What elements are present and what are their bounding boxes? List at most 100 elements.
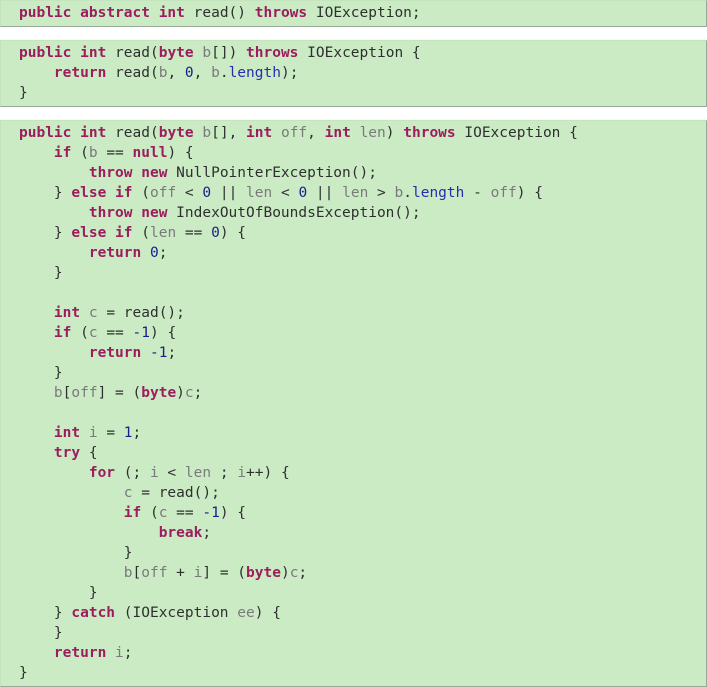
code-line: } else if (len == 0) { bbox=[1, 223, 706, 243]
code-line: b[off] = (byte)c; bbox=[1, 383, 706, 403]
code-token-kw: public bbox=[19, 45, 72, 61]
code-token-plain: IOException; bbox=[307, 5, 421, 21]
code-token-punc bbox=[71, 5, 80, 21]
code-line: public int read(byte b[], int off, int l… bbox=[1, 123, 706, 143]
code-token-plain: = read(); bbox=[97, 305, 185, 321]
code-token-plain: { bbox=[80, 445, 98, 461]
code-line: int i = 1; bbox=[1, 423, 706, 443]
code-token-plain: ) { bbox=[167, 145, 194, 161]
code-token-punc bbox=[351, 125, 360, 141]
code-token-plain: read( bbox=[106, 125, 159, 141]
code-token-var: b bbox=[394, 185, 404, 201]
code-line: } bbox=[1, 363, 706, 383]
code-line: int c = read(); bbox=[1, 303, 706, 323]
code-line: return i; bbox=[1, 643, 706, 663]
code-token-plain: == bbox=[176, 225, 212, 241]
code-token-kw: if bbox=[115, 225, 133, 241]
code-token-plain: } bbox=[53, 625, 63, 641]
code-line: } bbox=[1, 663, 706, 683]
code-token-plain: < bbox=[158, 465, 185, 481]
code-token-plain: ); bbox=[280, 65, 299, 81]
code-token-plain: ) { bbox=[149, 325, 177, 341]
code-token-plain: NullPointerException(); bbox=[167, 165, 377, 181]
code-token-var: len bbox=[149, 225, 177, 241]
code-token-plain: read( bbox=[106, 45, 159, 61]
code-token-var: b bbox=[88, 145, 98, 161]
code-token-plain: ; bbox=[167, 345, 177, 361]
code-token-var: i bbox=[149, 465, 159, 481]
code-token-kw: return bbox=[88, 245, 142, 261]
code-token-var: c bbox=[88, 325, 98, 341]
code-token-kw: new bbox=[141, 165, 168, 181]
code-line: public abstract int read() throws IOExce… bbox=[1, 3, 706, 23]
code-token-punc bbox=[150, 5, 159, 21]
code-block-separator bbox=[0, 27, 707, 40]
code-token-plain: , bbox=[167, 65, 185, 81]
code-token-kw: else bbox=[71, 185, 107, 201]
code-token-kw: abstract bbox=[80, 5, 150, 21]
code-token-punc bbox=[71, 45, 80, 61]
code-token-var: off bbox=[280, 125, 308, 141]
code-token-plain: ; bbox=[298, 565, 308, 581]
code-token-punc bbox=[133, 205, 142, 221]
code-figure: public abstract int read() throws IOExce… bbox=[0, 0, 707, 687]
code-token-kw: return bbox=[88, 345, 142, 361]
code-token-plain: == bbox=[97, 145, 133, 161]
code-line: for (; i < len ; i++) { bbox=[1, 463, 706, 483]
code-token-var: c bbox=[88, 305, 98, 321]
code-token-punc bbox=[106, 225, 115, 241]
code-token-var: len bbox=[342, 185, 369, 201]
code-token-kw: byte bbox=[158, 45, 194, 61]
code-token-var: c bbox=[184, 385, 194, 401]
code-token-num: 0 bbox=[149, 245, 159, 261]
code-line: } bbox=[1, 583, 706, 603]
code-line: if (c == -1) { bbox=[1, 503, 706, 523]
code-token-plain: IOException { bbox=[455, 125, 578, 141]
code-token-var: b bbox=[202, 45, 212, 61]
code-token-kw: public bbox=[19, 125, 72, 141]
code-token-kw: byte bbox=[141, 385, 177, 401]
code-line: c = read(); bbox=[1, 483, 706, 503]
code-token-plain: ] = ( bbox=[97, 385, 142, 401]
code-line: if (c == -1) { bbox=[1, 323, 706, 343]
code-token-kw: throws bbox=[403, 125, 456, 141]
code-token-var: i bbox=[237, 465, 247, 481]
code-token-plain: ; bbox=[158, 245, 168, 261]
code-token-plain: [], bbox=[211, 125, 247, 141]
code-line: throw new IndexOutOfBoundsException(); bbox=[1, 203, 706, 223]
code-token-punc bbox=[71, 125, 80, 141]
code-line: } catch (IOException ee) { bbox=[1, 603, 706, 623]
code-token-kw: byte bbox=[158, 125, 194, 141]
code-token-plain: read( bbox=[106, 65, 159, 81]
code-token-plain: ; bbox=[211, 465, 238, 481]
code-token-kw: int bbox=[324, 125, 351, 141]
code-line: try { bbox=[1, 443, 706, 463]
code-token-punc bbox=[133, 165, 142, 181]
code-token-fld: length bbox=[228, 65, 281, 81]
code-token-kw: if bbox=[123, 505, 142, 521]
code-token-punc bbox=[80, 425, 89, 441]
code-token-plain: == bbox=[97, 325, 133, 341]
code-token-plain: [ bbox=[132, 565, 142, 581]
code-token-plain: } bbox=[53, 185, 72, 201]
code-token-punc bbox=[272, 125, 281, 141]
code-token-kw: new bbox=[141, 205, 168, 221]
code-token-plain: , bbox=[193, 65, 212, 81]
code-token-kw: catch bbox=[71, 605, 116, 621]
code-token-plain: == bbox=[167, 505, 203, 521]
code-token-plain: ) { bbox=[219, 505, 247, 521]
code-block-separator bbox=[0, 107, 707, 120]
code-token-plain: read() bbox=[184, 5, 255, 21]
code-token-kw: if bbox=[115, 185, 133, 201]
code-token-kw: if bbox=[53, 145, 72, 161]
code-line: throw new NullPointerException(); bbox=[1, 163, 706, 183]
code-line: } bbox=[1, 263, 706, 283]
code-token-var: off bbox=[71, 385, 98, 401]
code-token-kw: int bbox=[53, 305, 81, 321]
code-token-plain: ; bbox=[202, 525, 212, 541]
code-token-var: off bbox=[149, 185, 177, 201]
code-token-num: 0 bbox=[211, 225, 220, 241]
code-token-kw: throws bbox=[246, 45, 299, 61]
